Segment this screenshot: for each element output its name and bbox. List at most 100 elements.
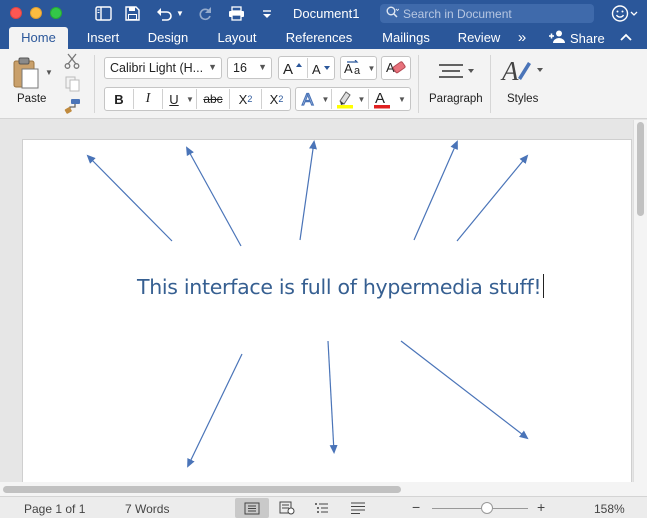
styles-button[interactable]: Styles bbox=[507, 93, 538, 105]
document-body-text[interactable]: This interface is full of hypermedia stu… bbox=[137, 274, 545, 299]
tab-review[interactable]: Review bbox=[451, 27, 507, 49]
paragraph-icon[interactable] bbox=[436, 59, 476, 85]
outline-icon bbox=[315, 503, 328, 513]
web-layout-icon bbox=[279, 501, 295, 515]
page-count[interactable]: Page 1 of 1 bbox=[24, 502, 85, 516]
grow-font-button[interactable]: A bbox=[279, 57, 307, 79]
search-icon bbox=[386, 5, 400, 23]
vertical-scroll-thumb[interactable] bbox=[637, 122, 644, 216]
superscript-letter: X bbox=[269, 91, 279, 107]
tab-design[interactable]: Design bbox=[139, 27, 197, 49]
format-painter-icon[interactable] bbox=[62, 97, 82, 115]
arrow-line bbox=[400, 340, 529, 440]
print-icon[interactable] bbox=[226, 4, 246, 23]
group-divider bbox=[490, 55, 491, 113]
share-label: Share bbox=[570, 30, 605, 46]
underline-options-chevron-icon[interactable]: ▼ bbox=[185, 88, 195, 110]
change-case-icon: Aa bbox=[343, 57, 367, 79]
undo-icon[interactable] bbox=[153, 4, 175, 23]
sidebar-toggle-icon[interactable] bbox=[93, 4, 113, 23]
document-canvas: This interface is full of hypermedia stu… bbox=[0, 120, 633, 482]
zoom-slider-track[interactable] bbox=[432, 508, 528, 509]
web-layout-view-button[interactable] bbox=[276, 498, 298, 518]
tab-layout[interactable]: Layout bbox=[207, 27, 267, 49]
svg-text:A: A bbox=[283, 61, 293, 76]
subscript-button[interactable]: X2 bbox=[230, 88, 261, 110]
arrow-line bbox=[413, 140, 458, 241]
strikethrough-button[interactable]: abc bbox=[197, 88, 229, 110]
shrink-font-button[interactable]: A bbox=[308, 57, 335, 79]
subscript-letter: X bbox=[238, 91, 248, 107]
redo-icon bbox=[196, 4, 214, 23]
add-person-icon bbox=[549, 28, 566, 49]
text-formatting-buttons: B I U ▼ abc X2 X2 bbox=[104, 87, 291, 111]
bold-button[interactable]: B bbox=[105, 88, 133, 110]
tab-mailings[interactable]: Mailings bbox=[371, 27, 441, 49]
arrow-line bbox=[327, 340, 338, 454]
word-count[interactable]: 7 Words bbox=[125, 502, 169, 516]
zoom-level[interactable]: 158% bbox=[594, 502, 625, 516]
arrow-annotations bbox=[86, 140, 529, 468]
search-input[interactable] bbox=[403, 6, 583, 21]
font-size-buttons: A A bbox=[278, 56, 335, 80]
svg-text:A: A bbox=[312, 62, 321, 76]
minimize-window-button[interactable] bbox=[30, 7, 42, 19]
outline-view-button[interactable] bbox=[311, 498, 333, 518]
zoom-slider-knob[interactable] bbox=[480, 502, 493, 514]
smiley-icon[interactable] bbox=[611, 4, 639, 28]
horizontal-scrollbar[interactable] bbox=[0, 482, 647, 496]
arrow-line bbox=[299, 140, 317, 241]
highlight-icon[interactable] bbox=[332, 88, 357, 110]
effects-color-buttons: A ▼ ▼ A ▼ bbox=[295, 87, 411, 111]
italic-button[interactable]: I bbox=[134, 88, 162, 110]
paste-button[interactable]: Paste bbox=[17, 93, 46, 105]
save-icon[interactable] bbox=[122, 4, 142, 23]
copy-icon bbox=[62, 75, 82, 93]
paragraph-button[interactable]: Paragraph bbox=[429, 93, 483, 105]
vertical-scrollbar[interactable] bbox=[633, 120, 647, 482]
scissors-icon[interactable] bbox=[62, 52, 82, 70]
chevron-down-icon[interactable]: ▼ bbox=[321, 88, 330, 110]
paste-options-chevron-icon[interactable]: ▼ bbox=[44, 67, 54, 77]
tab-insert[interactable]: Insert bbox=[76, 27, 130, 49]
share-button[interactable]: Share bbox=[549, 27, 605, 49]
draft-view-button[interactable] bbox=[347, 498, 369, 518]
chevron-down-icon: ▼ bbox=[208, 62, 217, 72]
change-case-button[interactable]: Aa ▼ bbox=[340, 56, 377, 80]
eraser-icon: A bbox=[384, 57, 410, 79]
collapse-ribbon-icon[interactable] bbox=[620, 29, 632, 50]
chevron-down-icon[interactable]: ▼ bbox=[357, 88, 366, 110]
document-page[interactable]: This interface is full of hypermedia stu… bbox=[22, 139, 632, 482]
print-layout-view-button[interactable] bbox=[235, 498, 269, 518]
chevron-down-icon[interactable]: ▼ bbox=[395, 88, 409, 110]
ribbon-tab-bar: Home Insert Design Layout References Mai… bbox=[0, 27, 647, 49]
tab-references[interactable]: References bbox=[277, 27, 361, 49]
svg-text:A: A bbox=[302, 90, 314, 108]
customize-toolbar-icon[interactable] bbox=[260, 4, 274, 23]
chevron-down-icon: ▼ bbox=[258, 62, 267, 72]
horizontal-scroll-thumb[interactable] bbox=[3, 486, 401, 493]
underline-button[interactable]: U bbox=[163, 88, 185, 110]
text-effects-icon[interactable]: A bbox=[298, 88, 322, 110]
zoom-out-button[interactable]: − bbox=[412, 499, 420, 515]
close-window-button[interactable] bbox=[10, 7, 22, 19]
font-size-combo[interactable]: 16 ▼ bbox=[227, 57, 272, 79]
clipboard-icon[interactable] bbox=[11, 54, 41, 92]
more-tabs-button[interactable]: » bbox=[512, 27, 532, 49]
zoom-in-button[interactable]: + bbox=[537, 499, 545, 515]
font-name-combo[interactable]: Calibri Light (H... ▼ bbox=[104, 57, 222, 79]
subscript-mark: 2 bbox=[247, 94, 253, 104]
clear-formatting-button[interactable]: A bbox=[381, 56, 411, 80]
document-text: This interface is full of hypermedia stu… bbox=[137, 275, 542, 299]
print-layout-icon bbox=[244, 502, 260, 514]
styles-icon[interactable]: A bbox=[500, 55, 544, 87]
superscript-button[interactable]: X2 bbox=[262, 88, 291, 110]
search-box[interactable] bbox=[380, 4, 594, 23]
title-bar: ▼ Document1 bbox=[0, 0, 647, 27]
undo-menu-chevron-icon[interactable]: ▼ bbox=[175, 4, 185, 23]
tab-home[interactable]: Home bbox=[9, 27, 68, 49]
maximize-window-button[interactable] bbox=[50, 7, 62, 19]
svg-text:A: A bbox=[375, 90, 385, 107]
font-color-icon[interactable]: A bbox=[369, 88, 394, 110]
ribbon-home: ▼ Paste Calibri Light (H... ▼ 16 ▼ A A A… bbox=[0, 49, 647, 119]
